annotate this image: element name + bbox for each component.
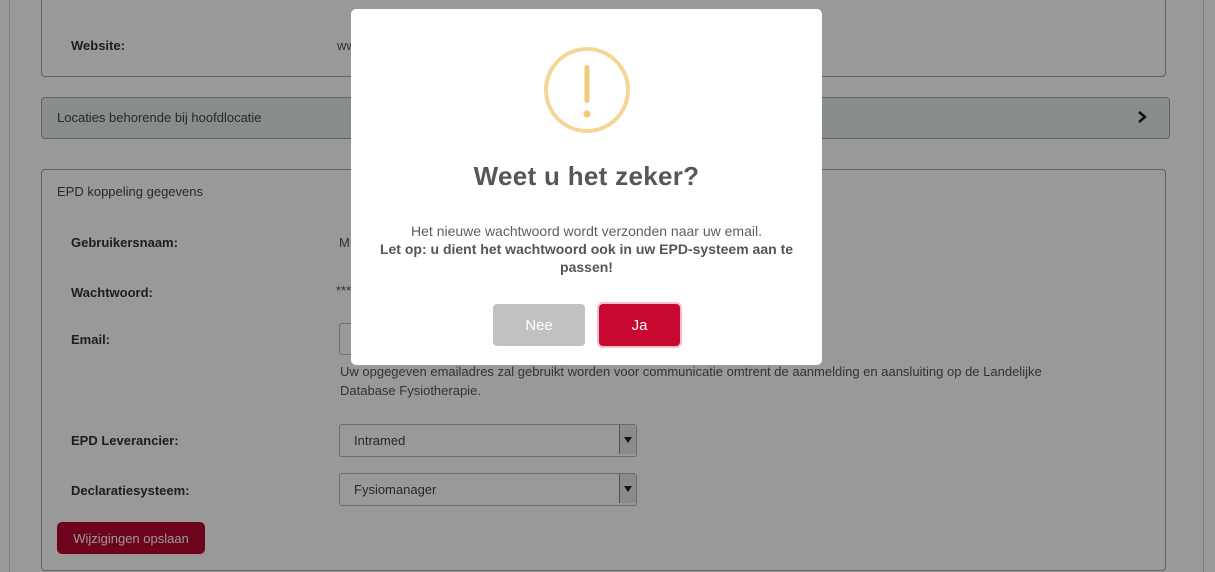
confirm-button[interactable]: Ja xyxy=(599,304,680,346)
confirm-dialog: Weet u het zeker? Het nieuwe wachtwoord … xyxy=(351,9,822,365)
dialog-message: Het nieuwe wachtwoord wordt verzonden na… xyxy=(371,222,802,276)
warning-icon xyxy=(543,46,631,134)
cancel-button[interactable]: Nee xyxy=(493,304,585,346)
dialog-title: Weet u het zeker? xyxy=(473,161,700,191)
dialog-message-line: Het nieuwe wachtwoord wordt verzonden na… xyxy=(411,223,762,239)
dialog-message-warning: Let op: u dient het wachtwoord ook in uw… xyxy=(379,241,794,275)
